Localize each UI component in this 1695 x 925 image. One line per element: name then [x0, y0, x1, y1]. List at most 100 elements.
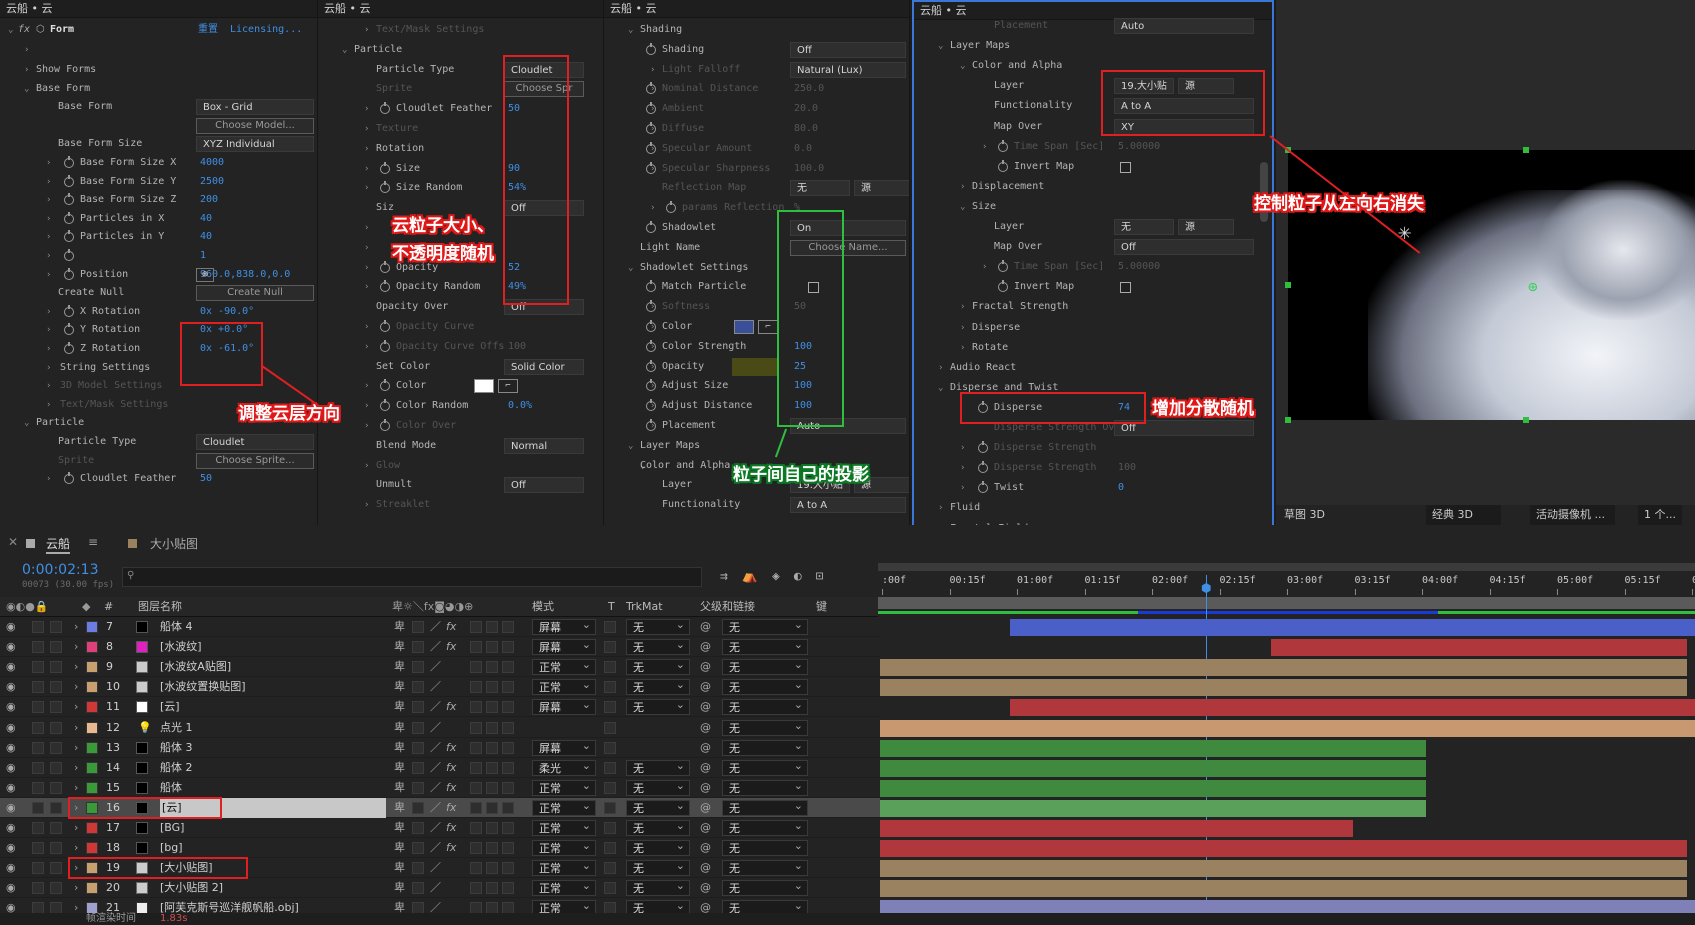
switch[interactable] [486, 701, 498, 714]
shy-icon[interactable]: 卑 [394, 718, 405, 738]
quality-icon[interactable]: ／ [430, 697, 441, 717]
param-row[interactable]: › Adjust Size 100 [604, 376, 909, 396]
chevron-right-icon[interactable]: › [982, 137, 987, 157]
switch[interactable] [412, 842, 424, 855]
work-area-bar[interactable] [878, 563, 1695, 571]
param-row[interactable]: › Color [604, 317, 909, 337]
param-value[interactable]: 50 [200, 469, 212, 489]
solo-toggle[interactable] [50, 661, 62, 674]
stopwatch-icon[interactable] [978, 441, 988, 454]
shy-icon[interactable]: 卑 [394, 738, 405, 758]
switch[interactable] [502, 661, 514, 674]
stopwatch-icon[interactable] [380, 102, 390, 115]
time-ruler[interactable]: :00f 00:15f 01:00f 01:15f 02:00f 02:15f 03:00f… [878, 563, 1695, 617]
switch[interactable] [470, 822, 482, 834]
layer-row[interactable]: ◉ › 15 船体 卑 ／fx 正常 无 @ 无 [0, 778, 880, 798]
chevron-right-icon[interactable]: › [364, 20, 369, 40]
handle[interactable] [1523, 417, 1529, 423]
switch[interactable] [470, 801, 482, 814]
layer-name[interactable]: 船体 [160, 778, 182, 798]
trkmat-select[interactable]: 无 [626, 697, 690, 716]
layer-name[interactable]: [水波纹置换贴图] [160, 677, 246, 697]
switch[interactable] [412, 621, 424, 633]
pickwhip-icon[interactable]: @ [700, 838, 711, 858]
blend-mode-select[interactable]: 屏幕 [532, 697, 596, 716]
param-row[interactable]: › 3D Model Settings [0, 376, 317, 396]
param-dropdown[interactable]: Solid Color [504, 358, 584, 375]
chevron-right-icon[interactable]: › [46, 302, 51, 322]
param-value[interactable]: 250.0 [794, 79, 824, 99]
chevron-right-icon[interactable]: › [74, 838, 78, 858]
parent-select[interactable]: 无 [722, 697, 808, 716]
preserve-transparency-toggle[interactable] [604, 801, 616, 814]
param-value[interactable]: 0.0 [794, 139, 812, 159]
blend-mode-select[interactable]: 正常 [532, 858, 596, 877]
stopwatch-icon[interactable] [646, 42, 656, 55]
switch[interactable] [470, 701, 482, 714]
parent-select[interactable]: 无 [722, 657, 808, 676]
blend-mode-select[interactable]: 屏幕 [532, 637, 596, 656]
quality-icon[interactable]: ／ [430, 838, 441, 858]
audio-toggle[interactable] [32, 862, 44, 875]
pickwhip-icon[interactable]: @ [700, 778, 711, 798]
param-row[interactable]: › Disperse Strength [914, 438, 1272, 458]
solo-toggle[interactable] [50, 761, 62, 774]
chevron-right-icon[interactable]: › [960, 297, 965, 317]
chevron-right-icon[interactable]: › [364, 238, 369, 258]
param-row[interactable]: › Particles in Y 40 [0, 227, 317, 247]
shy-icon[interactable]: 卑 [394, 657, 405, 677]
param-row[interactable]: › Adjust Distance 100 [604, 396, 909, 416]
param-value[interactable]: 0 [1118, 478, 1124, 498]
chevron-down-icon[interactable]: ⌄ [938, 36, 943, 56]
param-value[interactable]: 1 [200, 246, 206, 266]
chevron-down-icon[interactable]: ⌄ [342, 40, 347, 60]
position-target-icon[interactable]: ⊕ [196, 267, 214, 282]
fx-icon[interactable]: fx [446, 617, 456, 637]
layer-name[interactable]: [大小贴图 2] [160, 878, 223, 898]
stopwatch-icon[interactable] [380, 399, 390, 412]
eye-icon[interactable]: ◉ [6, 818, 16, 838]
chevron-right-icon[interactable]: › [46, 320, 51, 340]
pickwhip-icon[interactable]: @ [700, 798, 711, 818]
switch[interactable] [502, 741, 514, 754]
fx-icon[interactable]: fx [446, 697, 456, 717]
chevron-right-icon[interactable]: › [46, 172, 51, 192]
stopwatch-icon[interactable] [646, 359, 656, 372]
eye-icon[interactable]: ◉ [6, 677, 16, 697]
label-icon[interactable]: ◆ [82, 597, 90, 617]
visibility-icon[interactable]: ◉◐●🔒 [6, 597, 49, 617]
layer-duration-bar[interactable] [880, 759, 1427, 777]
chevron-right-icon[interactable]: › [982, 257, 987, 277]
chevron-right-icon[interactable]: › [74, 818, 78, 838]
camera-select[interactable]: 活动摄像机 ... [1530, 505, 1615, 525]
param-row[interactable]: ⌄ Shadowlet Settings [604, 258, 909, 278]
param-dropdown[interactable]: 无 [790, 180, 850, 197]
stopwatch-icon[interactable] [978, 481, 988, 494]
param-row[interactable]: Create Null Create Null [0, 283, 317, 303]
solo-toggle[interactable] [50, 882, 62, 895]
switch[interactable] [486, 842, 498, 855]
param-dropdown-source[interactable]: 源 [1178, 219, 1234, 235]
stopwatch-icon[interactable] [646, 419, 656, 431]
param-row[interactable]: › String Settings [0, 358, 317, 378]
audio-toggle[interactable] [32, 701, 44, 714]
param-row[interactable]: › Particles in X 40 [0, 209, 317, 229]
switch[interactable] [412, 681, 424, 694]
tab-yunchuan[interactable]: 云船 [46, 535, 71, 554]
switch[interactable] [412, 801, 424, 814]
stopwatch-icon[interactable] [380, 320, 390, 332]
chevron-right-icon[interactable]: › [46, 265, 51, 285]
chevron-right-icon[interactable]: › [364, 277, 369, 297]
param-row[interactable]: › Time Span [Sec] 5.00000 [914, 257, 1272, 277]
trkmat-select[interactable]: 无 [626, 637, 690, 656]
switch[interactable] [470, 641, 482, 654]
timecode[interactable]: 0:00:02:13 [22, 562, 99, 578]
solo-toggle[interactable] [50, 621, 62, 633]
chevron-right-icon[interactable]: › [74, 657, 78, 677]
eye-icon[interactable]: ◉ [6, 697, 16, 717]
stopwatch-icon[interactable] [380, 181, 390, 194]
parent-select[interactable]: 无 [722, 858, 808, 877]
label-color[interactable] [86, 842, 98, 855]
param-row[interactable]: Shading Off [604, 40, 909, 60]
chevron-right-icon[interactable]: › [46, 339, 51, 359]
